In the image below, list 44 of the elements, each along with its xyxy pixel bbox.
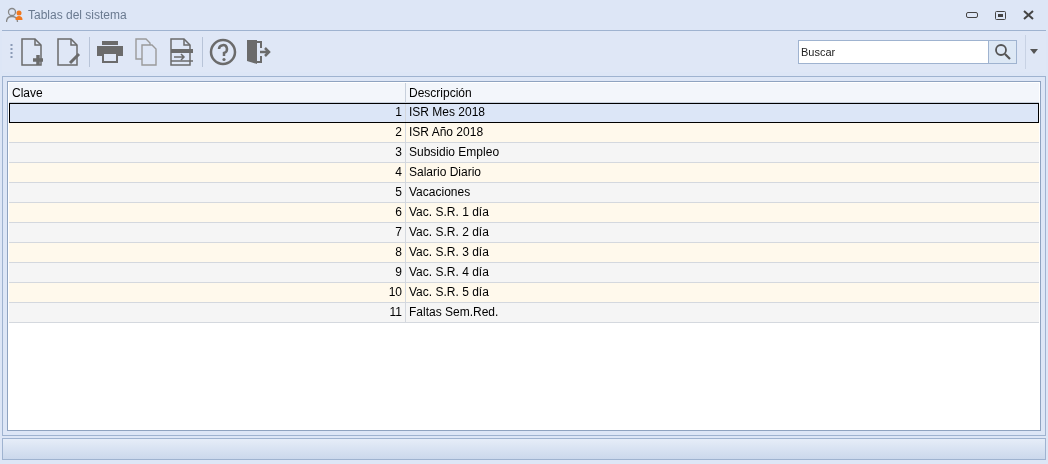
table-row[interactable]: 11 Faltas Sem.Red. — [9, 303, 1039, 323]
table-row[interactable]: 6 Vac. S.R. 1 día — [9, 203, 1039, 223]
table-cell: 10 — [9, 283, 406, 302]
table-row[interactable]: 3 Subsidio Empleo — [9, 143, 1039, 163]
table-cell: 1 — [9, 103, 406, 122]
table-cell: 6 — [9, 203, 406, 222]
table-cell: 2 — [9, 123, 406, 142]
users-icon — [6, 7, 24, 23]
column-header[interactable]: Descripción — [406, 83, 1039, 102]
search-field[interactable]: Buscar — [798, 39, 989, 64]
table-row[interactable]: 10 Vac. S.R. 5 día — [9, 283, 1039, 303]
table-row[interactable]: 2 ISR Año 2018 — [9, 123, 1039, 143]
table-cell-text: Vac. S.R. 5 día — [408, 284, 490, 301]
table-cell-text: ISR Año 2018 — [408, 124, 485, 141]
window-title: Tablas del sistema — [28, 7, 127, 24]
table-row[interactable]: 5 Vacaciones — [9, 183, 1039, 203]
table-cell: 4 — [9, 163, 406, 182]
grip-icon — [10, 43, 13, 60]
table-cell-text: Vac. S.R. 2 día — [408, 224, 490, 241]
dropdown-caret-icon[interactable] — [1030, 49, 1038, 54]
close-icon[interactable] — [1022, 10, 1034, 20]
table-cell: 11 — [9, 303, 406, 322]
table-cell-text: ISR Mes 2018 — [408, 104, 487, 121]
table-cell: 9 — [9, 263, 406, 282]
table-row[interactable]: 7 Vac. S.R. 2 día — [9, 223, 1039, 243]
table-cell: 3 — [9, 143, 406, 162]
search-button[interactable] — [989, 39, 1017, 64]
table-cell-text: Vac. S.R. 1 día — [408, 204, 490, 221]
table-cell-text: Faltas Sem.Red. — [408, 304, 500, 321]
table-cell-text: Vac. S.R. 4 día — [408, 264, 490, 281]
table-cell-text: Salario Diario — [408, 164, 483, 181]
table-cell: 8 — [9, 243, 406, 262]
table-row[interactable]: 1 ISR Mes 2018 — [9, 103, 1039, 123]
table-cell-text: Subsidio Empleo — [408, 144, 501, 161]
table-row[interactable]: 9 Vac. S.R. 4 día — [9, 263, 1039, 283]
table-cell-text: Vacaciones — [408, 184, 472, 201]
table-cell-text: Vac. S.R. 3 día — [408, 244, 490, 261]
table-cell: 7 — [9, 223, 406, 242]
column-header[interactable]: Clave — [9, 83, 406, 102]
restore-icon[interactable] — [994, 10, 1006, 20]
table-row[interactable]: 8 Vac. S.R. 3 día — [9, 243, 1039, 263]
minimize-icon[interactable] — [966, 12, 978, 18]
table-row[interactable]: 4 Salario Diario — [9, 163, 1039, 183]
table-cell: 5 — [9, 183, 406, 202]
